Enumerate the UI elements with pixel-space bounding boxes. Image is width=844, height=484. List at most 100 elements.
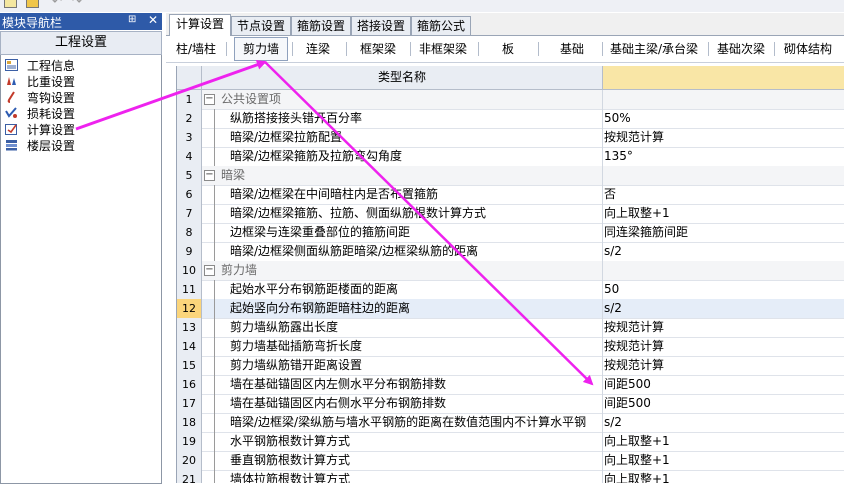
project-info-icon: [5, 59, 18, 71]
row-number: 19: [177, 432, 202, 451]
row-name-cell: 暗梁/边框梁箍筋、拉筋、侧面纵筋根数计算方式: [202, 204, 603, 223]
navigator-list: 工程信息 比重设置 弯钩设置 损耗设置 计算设置 楼层设置: [0, 55, 162, 484]
tab-node-setting[interactable]: 节点设置: [231, 16, 291, 35]
row-value-cell[interactable]: s/2: [603, 242, 844, 261]
tab-lap-setting[interactable]: 搭接设置: [351, 16, 411, 35]
row-value-cell[interactable]: 间距500: [603, 375, 844, 394]
open-folder-icon[interactable]: [26, 0, 39, 8]
table-row[interactable]: 9 暗梁/边框梁侧面纵筋距暗梁/边框梁纵筋的距离 s/2: [177, 242, 844, 262]
table-row[interactable]: 13 剪力墙纵筋露出长度 按规范计算: [177, 318, 844, 338]
subtab-non-frame-beam[interactable]: 非框架梁: [414, 38, 472, 60]
grid-header-value: [603, 66, 844, 90]
table-row[interactable]: 8 边框梁与连梁重叠部位的箍筋间距 同连梁箍筋间距: [177, 223, 844, 243]
row-value-cell[interactable]: 50%: [603, 109, 844, 128]
table-row[interactable]: 20 垂直钢筋根数计算方式 向上取整+1: [177, 451, 844, 471]
row-value-cell[interactable]: 否: [603, 185, 844, 204]
subtab-separator: [292, 42, 293, 56]
table-row[interactable]: 12 起始竖向分布钢筋距暗柱边的距离 s/2: [177, 299, 844, 319]
row-name-text: 纵筋搭接接头错开百分率: [230, 111, 363, 125]
close-icon[interactable]: ✕: [148, 13, 158, 27]
subtab-masonry[interactable]: 砌体结构: [778, 38, 838, 60]
tab-stirrup-formula[interactable]: 箍筋公式: [411, 16, 471, 35]
row-value-cell[interactable]: 向上取整+1: [603, 432, 844, 451]
table-row[interactable]: 7 暗梁/边框梁箍筋、拉筋、侧面纵筋根数计算方式 向上取整+1: [177, 204, 844, 224]
row-name-text: 暗梁/边框梁在中间暗柱内是否布置箍筋: [230, 187, 439, 201]
table-row[interactable]: 11 起始水平分布钢筋距楼面的距离 50: [177, 280, 844, 300]
subtab-foundation-secondary-beam[interactable]: 基础次梁: [712, 38, 770, 60]
subtab-foundation[interactable]: 基础: [546, 38, 598, 60]
table-row[interactable]: 15 剪力墙纵筋错开距离设置 按规范计算: [177, 356, 844, 376]
row-value-cell[interactable]: 向上取整+1: [603, 470, 844, 483]
table-row[interactable]: 14 剪力墙基础插筋弯折长度 按规范计算: [177, 337, 844, 357]
row-value-cell[interactable]: 同连梁箍筋间距: [603, 223, 844, 242]
row-name-cell: − 剪力墙: [202, 261, 603, 280]
subtab-foundation-main-beam[interactable]: 基础主梁/承台梁: [604, 38, 704, 60]
row-name-text: 墙在基础锚固区内右侧水平分布钢筋排数: [230, 396, 447, 410]
table-row[interactable]: 19 水平钢筋根数计算方式 向上取整+1: [177, 432, 844, 452]
table-row[interactable]: 17 墙在基础锚固区内右侧水平分布钢筋排数 间距500: [177, 394, 844, 414]
row-value-cell[interactable]: 按规范计算: [603, 318, 844, 337]
row-number: 14: [177, 337, 202, 356]
row-number: 3: [177, 128, 202, 147]
tab-stirrup-setting[interactable]: 箍筋设置: [291, 16, 351, 35]
table-row[interactable]: 18 暗梁/边框梁/梁纵筋与墙水平钢筋的距离在数值范围内不计算水平钢 s/2: [177, 413, 844, 433]
subtab-shear-wall[interactable]: 剪力墙: [234, 37, 288, 61]
grid-header-corner: [177, 66, 202, 90]
subtab-coupling-beam[interactable]: 连梁: [296, 38, 340, 60]
collapse-icon[interactable]: −: [204, 170, 215, 181]
subtab-separator: [538, 42, 539, 56]
table-row[interactable]: 21 墙体拉筋根数计算方式 向上取整+1: [177, 470, 844, 483]
collapse-icon[interactable]: −: [204, 265, 215, 276]
collapse-icon[interactable]: −: [204, 94, 215, 105]
row-number: 20: [177, 451, 202, 470]
row-value-cell: [603, 90, 844, 109]
floor-setting-icon: [6, 140, 17, 151]
row-number: 10: [177, 261, 202, 280]
tree-line: [214, 470, 215, 483]
row-name-text: 暗梁/边框梁箍筋、拉筋、侧面纵筋根数计算方式: [230, 206, 487, 220]
undo-icon[interactable]: ↶: [52, 0, 62, 8]
tree-line: [214, 394, 215, 413]
table-row[interactable]: 6 暗梁/边框梁在中间暗柱内是否布置箍筋 否: [177, 185, 844, 205]
row-number: 9: [177, 242, 202, 261]
table-row[interactable]: 2 纵筋搭接接头错开百分率 50%: [177, 109, 844, 129]
tab-calc-setting[interactable]: 计算设置: [169, 14, 231, 36]
row-value-cell[interactable]: 向上取整+1: [603, 451, 844, 470]
row-value-cell[interactable]: 按规范计算: [603, 356, 844, 375]
row-name-cell: 墙体拉筋根数计算方式: [202, 470, 603, 483]
new-file-icon[interactable]: [4, 0, 17, 8]
row-value-cell[interactable]: 50: [603, 280, 844, 299]
navigator-section-header[interactable]: 工程设置: [0, 31, 162, 55]
row-name-text: 暗梁: [221, 168, 246, 182]
row-name-cell: 边框梁与连梁重叠部位的箍筋间距: [202, 223, 603, 242]
table-row[interactable]: 3 暗梁/边框梁拉筋配置 按规范计算: [177, 128, 844, 148]
row-value-cell[interactable]: s/2: [603, 413, 844, 432]
row-value-cell[interactable]: 间距500: [603, 394, 844, 413]
subtab-separator: [346, 42, 347, 56]
navigator-title: 模块导航栏: [2, 16, 63, 30]
table-row[interactable]: 4 暗梁/边框梁箍筋及拉筋弯勾角度 135°: [177, 147, 844, 167]
redo-icon[interactable]: ↷: [72, 0, 82, 8]
row-name-cell: 暗梁/边框梁箍筋及拉筋弯勾角度: [202, 147, 603, 166]
grid-rows: 1− 公共设置项 2 纵筋搭接接头错开百分率 50% 3 暗梁/边框梁拉筋配置 按规范计算 4 暗…: [177, 90, 844, 483]
subtab-column[interactable]: 柱/墙柱: [170, 38, 222, 60]
settings-grid: 类型名称 1− 公共设置项 2 纵筋搭接接头错开百分率 50% 3 暗梁/边框梁拉筋配置 按规…: [176, 66, 844, 483]
row-value-cell[interactable]: s/2: [603, 299, 844, 318]
grid-group-row[interactable]: 10− 剪力墙: [177, 261, 844, 281]
row-value-cell[interactable]: 按规范计算: [603, 337, 844, 356]
tree-line: [214, 356, 215, 375]
pin-icon[interactable]: ⊞: [128, 14, 136, 25]
subtab-frame-beam[interactable]: 框架梁: [352, 38, 404, 60]
subtab-slab[interactable]: 板: [488, 38, 528, 60]
row-number: 11: [177, 280, 202, 299]
row-value-cell[interactable]: 向上取整+1: [603, 204, 844, 223]
nav-item-label: 工程信息: [27, 59, 76, 73]
table-row[interactable]: 16 墙在基础锚固区内左侧水平分布钢筋排数 间距500: [177, 375, 844, 395]
row-value-cell[interactable]: 按规范计算: [603, 128, 844, 147]
grid-group-row[interactable]: 1− 公共设置项: [177, 90, 844, 110]
row-value-cell[interactable]: 135°: [603, 147, 844, 166]
grid-group-row[interactable]: 5− 暗梁: [177, 166, 844, 186]
row-name-text: 剪力墙纵筋露出长度: [230, 320, 339, 334]
row-name-cell: 纵筋搭接接头错开百分率: [202, 109, 603, 128]
tree-line: [214, 223, 215, 242]
